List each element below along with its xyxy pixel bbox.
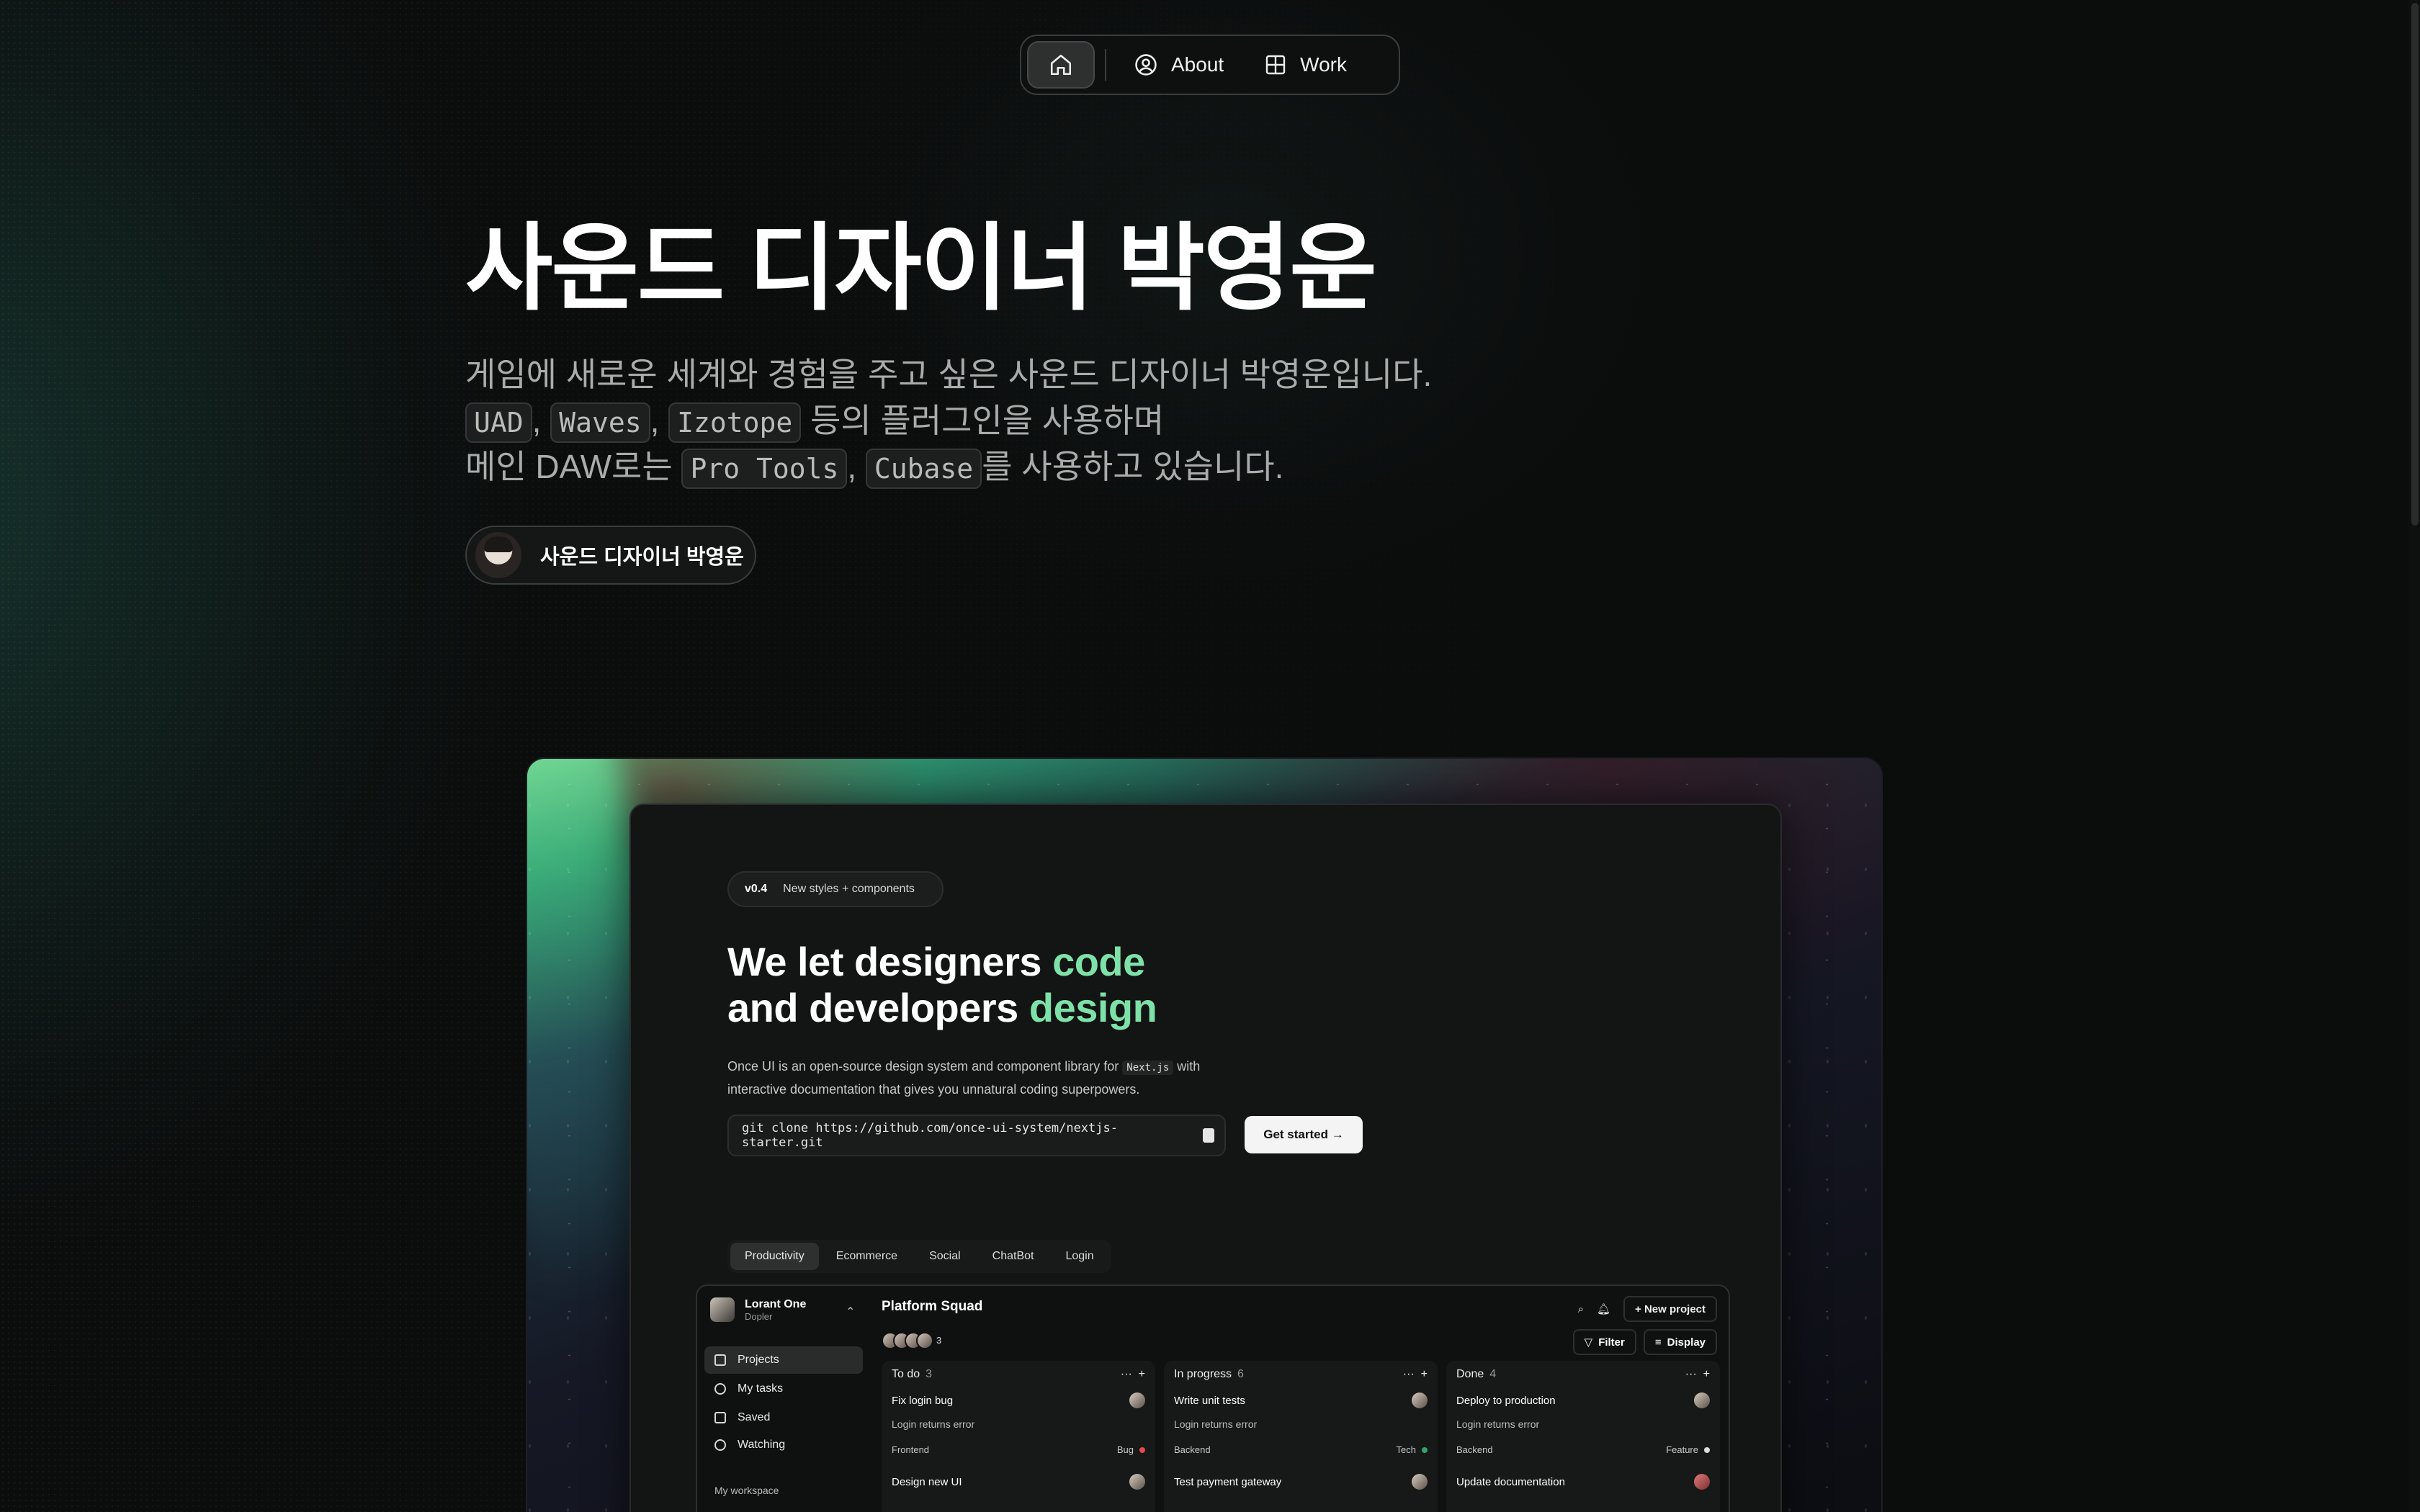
nav-work-label: Work	[1300, 53, 1347, 76]
board-toolbar: ⌕ 🔔︎ + New project	[1578, 1296, 1717, 1322]
sidebar-item-watching: Watching	[704, 1431, 863, 1459]
column-todo: To do 3 ··· + Fix login bug Login returns …	[882, 1361, 1155, 1512]
tab-social: Social	[929, 1250, 961, 1262]
inner-description: Once UI is an open-source design system …	[727, 1059, 1201, 1097]
inner-site-preview: v0.4 New styles + components We let desi…	[629, 804, 1782, 1512]
scrollbar[interactable]	[2408, 0, 2420, 1512]
hero-line-1: 게임에 새로운 세계와 경험을 주고 싶은 사운드 디자이너 박영운입니다.	[465, 356, 1433, 393]
board-title: Platform Squad	[882, 1299, 983, 1314]
bell-icon: 🔔︎	[1597, 1303, 1611, 1315]
person-circle-icon	[1135, 54, 1157, 76]
top-nav: About Work	[1020, 35, 1400, 95]
project-showcase-image[interactable]: v0.4 New styles + components We let desi…	[526, 757, 1883, 1512]
avatar	[1694, 1474, 1710, 1490]
eye-icon	[714, 1439, 726, 1451]
kanban-board: Platform Squad 3 ⌕ 🔔︎ + New project ▽ Fil…	[882, 1286, 1729, 1512]
avatar	[475, 532, 521, 578]
avatar	[916, 1332, 933, 1349]
author-badge[interactable]: 사운드 디자이너 박영운	[465, 526, 756, 585]
scrollbar-thumb[interactable]	[2411, 3, 2419, 526]
avatar	[1694, 1392, 1710, 1408]
sidebar-item-my-tasks: My tasks	[704, 1375, 863, 1403]
nav-about-label: About	[1171, 53, 1224, 76]
task-card-title: Test payment gateway	[1174, 1474, 1428, 1490]
column-actions: ··· +	[1685, 1368, 1710, 1380]
column-actions: ··· +	[1402, 1368, 1428, 1380]
avatar	[1412, 1474, 1428, 1490]
tab-chatbot: ChatBot	[992, 1250, 1034, 1262]
status-dot	[1422, 1447, 1428, 1453]
sidebar-item-saved: Saved	[704, 1404, 863, 1431]
org-logo	[710, 1297, 735, 1322]
nav-divider	[1105, 49, 1106, 81]
app-sidebar: Lorant One Dopler ⌃ Projects My tasks Sa…	[697, 1286, 879, 1512]
daw-chip: Pro Tools	[681, 449, 848, 489]
column-actions: ··· +	[1120, 1368, 1145, 1380]
filter-icon: ▽	[1584, 1336, 1593, 1349]
tab-productivity: Productivity	[730, 1243, 819, 1270]
workspace-label: My workspace	[714, 1485, 779, 1496]
member-avatars: 3	[882, 1332, 941, 1349]
column-done: Done 4 ··· + Deploy to production Login re…	[1446, 1361, 1720, 1512]
display-button: ≡ Display	[1643, 1329, 1717, 1355]
task-card-title: Design new UI	[892, 1474, 1145, 1490]
author-label: 사운드 디자이너 박영운	[540, 546, 744, 569]
board-filters: ▽ Filter ≡ Display	[1572, 1329, 1717, 1355]
avatar	[1129, 1474, 1145, 1490]
new-project-button: + New project	[1623, 1296, 1717, 1322]
nav-home-button[interactable]	[1027, 41, 1095, 89]
home-icon	[1050, 54, 1072, 76]
sidebar-item-projects: Projects	[704, 1346, 863, 1374]
status-dot	[1704, 1447, 1710, 1453]
hero-line-3: 메인 DAW로는 Pro Tools, Cubase 를 사용하고 있습니다.	[465, 444, 1474, 490]
avatar	[1412, 1392, 1428, 1408]
task-card: Deploy to production Login returns error…	[1456, 1392, 1710, 1455]
task-card: Fix login bug Login returns error Fronte…	[892, 1392, 1145, 1455]
grid-icon	[1265, 55, 1286, 75]
plugin-chip: Waves	[550, 402, 650, 443]
plugin-chip: Izotope	[668, 402, 802, 443]
org-switcher: Lorant One Dopler	[710, 1297, 806, 1322]
nav-work-link[interactable]: Work	[1247, 41, 1364, 89]
tab-login: Login	[1065, 1250, 1094, 1262]
status-dot	[1139, 1447, 1145, 1453]
hero-description: 게임에 새로운 세계와 경험을 주고 싶은 사운드 디자이너 박영운입니다. U…	[465, 351, 1474, 490]
board-columns: To do 3 ··· + Fix login bug Login returns …	[882, 1361, 1729, 1512]
page-title: 사운드 디자이너 박영운	[465, 215, 1377, 321]
column-in-progress: In progress 6 ··· + Write unit tests Login…	[1164, 1361, 1438, 1512]
inner-headline: We let designers code and developers des…	[727, 939, 1157, 1030]
template-tabs: Productivity Ecommerce Social ChatBot Lo…	[727, 1240, 1111, 1273]
copy-icon	[1203, 1128, 1214, 1143]
daw-chip: Cubase	[865, 449, 982, 489]
tab-ecommerce: Ecommerce	[835, 1250, 898, 1262]
check-circle-icon	[714, 1383, 726, 1395]
git-clone-command: git clone https://github.com/once-ui-sys…	[727, 1115, 1226, 1156]
hero-line-2: UAD, Waves, Izotope 등의 플러그인을 사용하며	[465, 397, 1474, 444]
get-started-button: Get started →	[1245, 1116, 1363, 1153]
bookmark-icon	[714, 1412, 726, 1423]
chevron-updown-icon: ⌃	[846, 1306, 856, 1318]
nav-about-link[interactable]: About	[1116, 41, 1241, 89]
task-card-title: Update documentation	[1456, 1474, 1710, 1490]
version-badge: v0.4 New styles + components	[727, 871, 944, 907]
app-preview: Lorant One Dopler ⌃ Projects My tasks Sa…	[696, 1284, 1730, 1512]
avatar	[1129, 1392, 1145, 1408]
filter-button: ▽ Filter	[1572, 1329, 1636, 1355]
search-icon: ⌕	[1577, 1302, 1584, 1315]
task-card: Write unit tests Login returns error Bac…	[1174, 1392, 1428, 1455]
list-icon: ≡	[1654, 1336, 1662, 1349]
plugin-chip: UAD	[465, 402, 532, 443]
cube-icon	[714, 1354, 726, 1366]
